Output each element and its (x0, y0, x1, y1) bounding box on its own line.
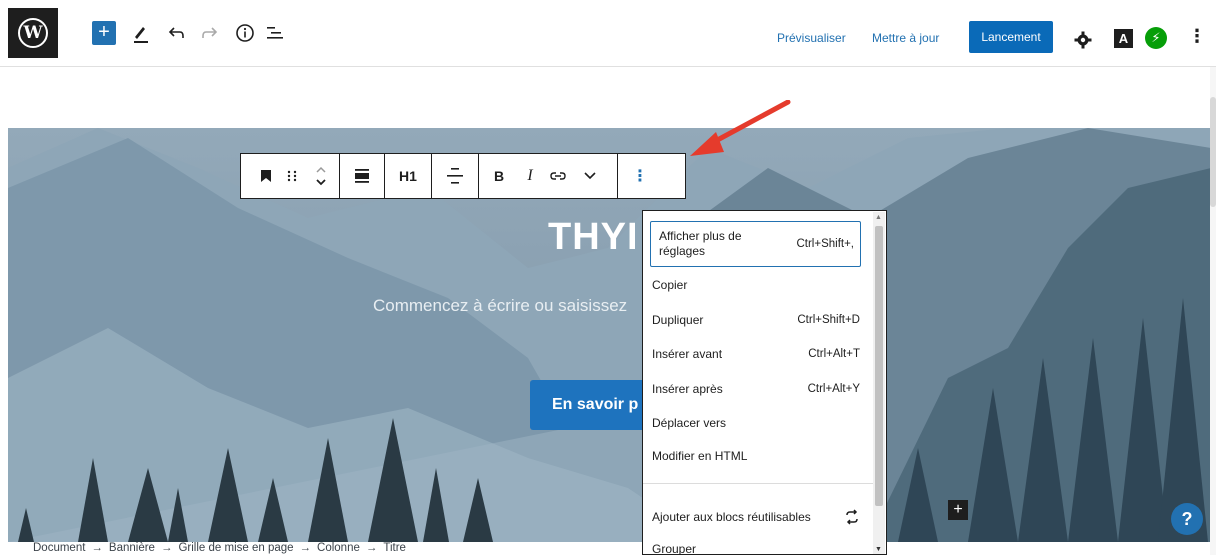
menu-scrollbar[interactable]: ▲ ▼ (873, 212, 885, 554)
menu-item-label: Déplacer vers (652, 416, 727, 430)
breadcrumb-item-layout-grid[interactable]: Grille de mise en page (178, 542, 293, 554)
menu-item-shortcut: Ctrl+Shift+D (797, 314, 860, 326)
reusable-block-icon (846, 509, 858, 525)
block-inserter-button[interactable]: + (92, 21, 116, 45)
menu-item-show-more-settings[interactable]: Afficher plus de réglages Ctrl+Shift+, (650, 221, 861, 267)
menu-item-shortcut: Ctrl+Shift+, (796, 238, 854, 250)
scroll-down-arrow-icon[interactable]: ▼ (875, 546, 882, 553)
block-options-kebab-icon[interactable]: ⋮ (618, 154, 662, 198)
menu-item-move-to[interactable]: Déplacer vers (652, 416, 860, 430)
pencil-tools-icon[interactable] (132, 21, 150, 45)
list-view-icon[interactable] (266, 21, 284, 45)
link-icon[interactable] (541, 154, 575, 198)
bold-button[interactable]: B (479, 154, 519, 198)
jetpack-icon[interactable]: ⚡ (1145, 27, 1167, 49)
hero-paragraph-placeholder[interactable]: Commencez à écrire ou saisissez (373, 296, 627, 316)
wordpress-icon: W (18, 18, 48, 48)
add-block-icon[interactable]: + (948, 500, 968, 520)
align-group (340, 154, 385, 198)
text-align-center-icon[interactable] (432, 154, 478, 198)
page-scrollbar[interactable] (1210, 67, 1216, 555)
breadcrumb-item-banner[interactable]: Bannière (109, 542, 155, 554)
menu-divider (643, 483, 874, 484)
align-icon[interactable] (340, 154, 384, 198)
menu-item-group[interactable]: Grouper (652, 542, 860, 555)
menu-item-label: Grouper (652, 542, 697, 555)
menu-item-edit-as-html[interactable]: Modifier en HTML (652, 449, 860, 463)
breadcrumb-item-title: Titre (383, 542, 406, 554)
astra-settings-icon[interactable]: A (1114, 29, 1133, 48)
format-group: B I (479, 154, 618, 198)
breadcrumb-separator: → (160, 542, 173, 554)
menu-item-label: Insérer avant (652, 347, 723, 361)
page-scrollbar-thumb[interactable] (1210, 97, 1216, 207)
menu-item-label: Ajouter aux blocs réutilisables (652, 510, 811, 524)
red-arrow-annotation (690, 100, 791, 156)
publish-button[interactable]: Lancement (969, 21, 1053, 53)
heading-block-icon[interactable] (241, 154, 281, 198)
heading-level-button[interactable]: H1 (385, 154, 431, 198)
help-button[interactable]: ? (1171, 503, 1203, 535)
options-group: ⋮ (618, 154, 662, 198)
italic-button[interactable]: I (519, 154, 541, 198)
more-formats-chevron-icon[interactable] (575, 154, 605, 198)
drag-handle-icon[interactable] (281, 154, 303, 198)
menu-item-label: Copier (652, 278, 688, 292)
preview-link[interactable]: Prévisualiser (777, 31, 846, 45)
block-parent-group (241, 154, 340, 198)
info-icon[interactable] (235, 21, 255, 45)
menu-item-label: Afficher plus de réglages (659, 229, 742, 258)
update-link[interactable]: Mettre à jour (872, 31, 939, 45)
menu-item-insert-after[interactable]: Insérer après Ctrl+Alt+Y (652, 382, 860, 396)
block-breadcrumb: Document → Bannière → Grille de mise en page… (33, 542, 406, 554)
block-options-menu: Afficher plus de réglages Ctrl+Shift+, C… (642, 210, 887, 555)
breadcrumb-separator: → (299, 542, 312, 554)
breadcrumb-separator: → (91, 542, 103, 554)
scroll-up-arrow-icon[interactable]: ▲ (875, 214, 882, 221)
breadcrumb-item-column[interactable]: Colonne (317, 542, 360, 554)
menu-item-shortcut: Ctrl+Alt+T (808, 348, 860, 360)
text-align-group (432, 154, 479, 198)
redo-icon[interactable] (200, 21, 218, 45)
menu-item-insert-before[interactable]: Insérer avant Ctrl+Alt+T (652, 347, 860, 361)
breadcrumb-item-document[interactable]: Document (33, 542, 85, 554)
editor-top-bar: W + Prévisualiser Mettre à jour Lancemen… (0, 0, 1216, 67)
undo-icon[interactable] (168, 21, 186, 45)
move-up-down-icon[interactable] (303, 154, 339, 198)
wordpress-logo-button[interactable]: W (8, 8, 58, 58)
menu-item-label: Dupliquer (652, 313, 704, 327)
menu-item-shortcut: Ctrl+Alt+Y (807, 383, 860, 395)
menu-item-duplicate[interactable]: Dupliquer Ctrl+Shift+D (652, 313, 860, 327)
menu-item-label: Modifier en HTML (652, 449, 748, 463)
menu-item-label: Insérer après (652, 382, 723, 396)
menu-item-add-to-reusable[interactable]: Ajouter aux blocs réutilisables (652, 509, 860, 525)
heading-level-group: H1 (385, 154, 432, 198)
breadcrumb-separator: → (365, 542, 378, 554)
hero-heading[interactable]: THYI (548, 216, 639, 259)
learn-more-button[interactable]: En savoir p (530, 380, 660, 430)
more-options-icon[interactable]: ⋮ (1188, 26, 1206, 47)
block-toolbar: H1 B I ⋮ (240, 153, 686, 199)
settings-gear-icon[interactable] (1074, 28, 1092, 52)
menu-item-copy[interactable]: Copier (652, 278, 860, 292)
menu-scrollbar-thumb[interactable] (875, 226, 883, 506)
